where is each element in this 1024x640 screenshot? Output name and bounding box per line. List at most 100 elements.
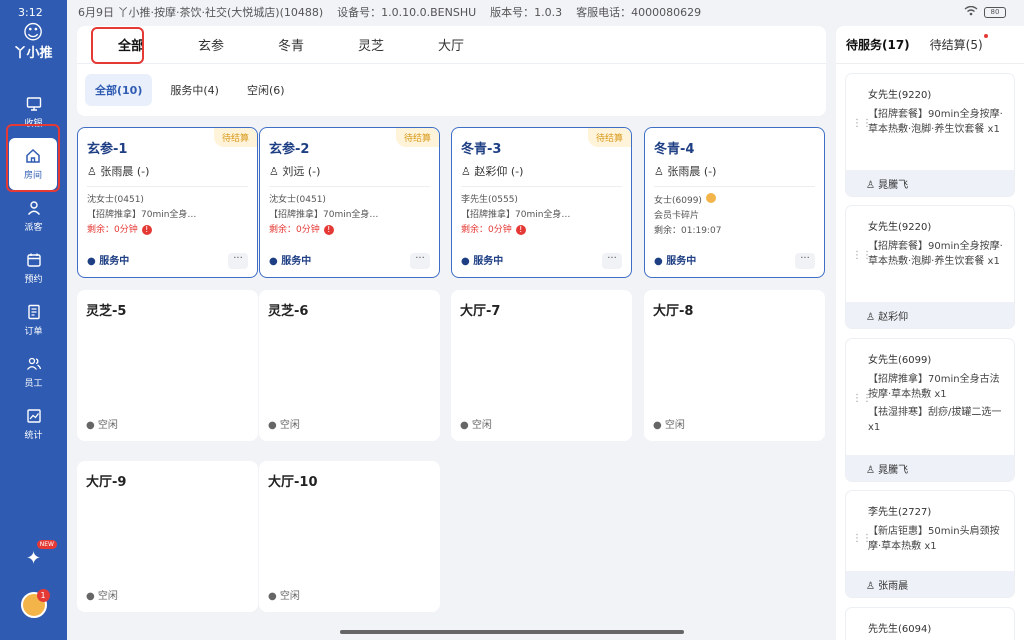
technician-icon: ♙ [654,165,664,178]
order-card[interactable]: 女先生(6099) ⋮⋮ 【招牌推拿】70min全身古法按摩·草本热敷 x1 【… [846,339,1014,481]
divider [269,186,430,187]
avatar[interactable]: 1 [20,589,50,618]
room-name: 大厅-8 [653,304,694,319]
area-tabs: 全部 玄参 冬青 灵芝 大厅 [77,26,826,64]
chart-icon [25,407,43,425]
sidebar-item-staff[interactable]: 员工 [0,346,67,398]
more-options-button[interactable]: ··· [228,253,248,269]
tab-pending-settlement[interactable]: 待结算(5) [930,34,988,53]
room-card[interactable]: 大厅-7 ● 空闲 [451,290,632,441]
drag-handle-icon[interactable]: ⋮⋮ [852,393,872,404]
room-card[interactable]: 大厅-10 ● 空闲 [259,461,440,612]
room-customer: 李先生(0555) [461,195,518,205]
technician-icon: ♙ [269,165,279,178]
room-card[interactable]: 灵芝-5 ● 空闲 [77,290,258,441]
order-technician: ♙ 晁騰飞 [846,170,1014,196]
technician-name: 刘远 (-) [282,165,321,178]
filter-in-service[interactable]: 服务中(4) [160,74,229,106]
order-card[interactable]: 李先生(2727) ⋮⋮ 【新店钜惠】50min头肩颈按摩·草本热敷 x1 ♙ … [846,491,1014,597]
technician-name: 张雨晨 [878,581,909,592]
room-status: ● 服务中 [654,256,697,267]
order-card[interactable]: 女先生(9220) ⋮⋮ 【招牌套餐】90min全身按摩·草本热敷·泡脚·养生饮… [846,74,1014,196]
tab-dongqing[interactable]: 冬青 [251,35,331,54]
tab-lingzhi[interactable]: 灵芝 [331,35,411,54]
user-icon [25,199,43,217]
promo-entry[interactable]: NEW ✦ [0,540,67,569]
room-status: ● 空闲 [268,420,300,431]
room-technician: ♙ 刘远 (-) [269,163,430,179]
room-filter-card: 全部 玄参 冬青 灵芝 大厅 全部(10) 服务中(4) 空闲(6) [77,26,826,116]
order-customer: 先先生(6094) [868,624,932,635]
people-icon [25,355,43,373]
sidebar: ☺ 丫小推 收银 房间 派客 预约 订单 员工 统计 NEW ✦ 1 [0,0,67,640]
status-text: 服务中 [99,256,130,267]
filter-idle[interactable]: 空闲(6) [237,74,295,106]
service-hotline: 客服电话：4000080629 [576,6,702,19]
room-remaining: 剩余：0分钟! [461,223,622,238]
sidebar-item-orders[interactable]: 订单 [0,294,67,346]
more-options-button[interactable]: ··· [602,253,622,269]
technician-icon: ♙ [461,165,471,178]
clock: 3:12 [18,5,43,19]
home-indicator[interactable] [340,630,684,634]
sidebar-item-label: 订单 [24,327,43,337]
room-technician: ♙ 张雨晨 (-) [87,163,248,179]
room-name: 大厅-9 [86,475,127,490]
more-options-button[interactable]: ··· [410,253,430,269]
room-status: ● 空闲 [268,591,300,602]
sidebar-item-dispatch[interactable]: 派客 [0,190,67,242]
room-remaining: 剩余：0分钟! [269,223,430,238]
user-avatar-entry[interactable]: 1 [0,589,67,618]
room-customer: 沈女士(0451) [87,195,144,205]
drag-handle-icon[interactable]: ⋮⋮ [852,118,872,129]
sidebar-item-booking[interactable]: 预约 [0,242,67,294]
room-status: ● 服务中 [461,256,504,267]
room-customer: 女士(6099) [654,193,815,209]
tab-pending-service[interactable]: 待服务(17) [846,36,910,53]
wifi-icon [964,5,978,19]
warning-icon: ! [515,225,526,235]
room-name: 大厅-7 [460,304,501,319]
room-card[interactable]: 大厅-8 ● 空闲 [644,290,825,441]
room-service: 【招牌推拿】70min全身… [269,210,379,220]
room-status: ● 空闲 [86,420,118,431]
more-options-button[interactable]: ··· [795,253,815,269]
technician-name: 张雨晨 (-) [667,165,717,178]
room-card[interactable]: 待结算 玄参-2 ♙ 刘远 (-) 沈女士(0451) 【招牌推拿】70min全… [259,127,440,278]
room-card[interactable]: 大厅-9 ● 空闲 [77,461,258,612]
order-technician: ♙ 张雨晨 [846,571,1014,597]
technician-icon: ♙ [866,581,875,592]
unread-dot [983,34,988,38]
highlight-rooms-nav [6,124,60,192]
monitor-icon [25,95,43,113]
room-card[interactable]: 待结算 玄参-1 ♙ 张雨晨 (-) 沈女士(0451) 【招牌推拿】70min… [77,127,258,278]
divider [87,186,248,187]
tab-hall[interactable]: 大厅 [411,35,491,54]
remaining-text: 剩余：0分钟 [461,225,512,235]
filter-all[interactable]: 全部(10) [85,74,153,106]
sidebar-item-label: 统计 [24,431,43,441]
sidebar-item-stats[interactable]: 统计 [0,398,67,450]
room-card[interactable]: 灵芝-6 ● 空闲 [259,290,440,441]
status-text: 空闲 [664,420,685,431]
room-remaining: 剩余：01:19:07 [654,226,722,236]
drag-handle-icon[interactable]: ⋮⋮ [852,250,872,261]
technician-name: 张雨晨 (-) [100,165,150,178]
room-service: 【招牌推拿】70min全身… [461,210,571,220]
promo-icon: ✦ [25,548,42,569]
app-version: 版本号：1.0.3 [490,6,563,19]
order-card[interactable]: 女先生(9220) ⋮⋮ 【招牌套餐】90min全身按摩·草本热敷·泡脚·养生饮… [846,206,1014,328]
room-name: 大厅-10 [268,475,318,490]
order-technician: ♙ 赵彩仰 [846,302,1014,328]
battery-icon: 80 [984,6,1006,18]
technician-icon: ♙ [87,165,97,178]
room-card[interactable]: 待结算 冬青-3 ♙ 赵彩仰 (-) 李先生(0555) 【招牌推拿】70min… [451,127,632,278]
order-card[interactable]: 先先生(6094) [846,608,1014,640]
room-service: 会员卡碎片 [654,211,700,221]
queue-tabs: 待服务(17) 待结算(5) [836,26,1024,64]
tab-xuanshen[interactable]: 玄参 [171,35,251,54]
drag-handle-icon[interactable]: ⋮⋮ [852,533,872,544]
vip-icon [705,193,716,203]
remaining-text: 剩余：0分钟 [269,225,320,235]
room-card[interactable]: 冬青-4 ♙ 张雨晨 (-) 女士(6099) 会员卡碎片 剩余：01:19:0… [644,127,825,278]
